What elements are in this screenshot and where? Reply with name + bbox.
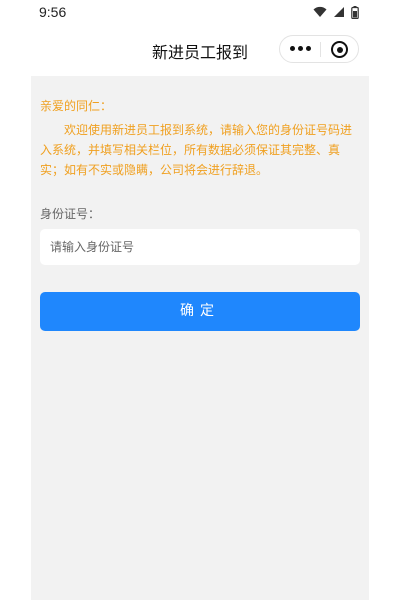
wifi-icon <box>313 6 327 17</box>
status-time: 9:56 <box>39 4 67 20</box>
id-number-input[interactable] <box>40 229 360 265</box>
more-dot <box>290 46 295 51</box>
phone-screen: 9:56 新进员工报到 亲爱的同仁： 欢迎使用新进员工报到系统，请输入您的身份证… <box>31 0 369 600</box>
notice-greeting: 亲爱的同仁： <box>40 99 113 113</box>
status-icons <box>313 5 359 19</box>
status-bar: 9:56 <box>31 0 369 24</box>
miniprogram-capsule <box>279 35 359 63</box>
id-number-label: 身份证号： <box>40 207 101 221</box>
more-dot <box>306 46 311 51</box>
confirm-button[interactable]: 确定 <box>40 292 360 331</box>
navigation-bar: 新进员工报到 <box>31 24 369 76</box>
more-icon[interactable] <box>290 46 311 51</box>
id-number-input-container <box>40 229 360 265</box>
battery-icon <box>351 5 359 19</box>
notice-body: 欢迎使用新进员工报到系统，请输入您的身份证号码进入系统，并填写相关栏位，所有数据… <box>40 123 353 177</box>
close-miniprogram-icon[interactable] <box>331 41 348 58</box>
welcome-notice: 亲爱的同仁： 欢迎使用新进员工报到系统，请输入您的身份证号码进入系统，并填写相关… <box>40 96 362 180</box>
more-dot <box>298 46 303 51</box>
capsule-divider <box>320 42 321 57</box>
signal-icon <box>334 7 344 17</box>
